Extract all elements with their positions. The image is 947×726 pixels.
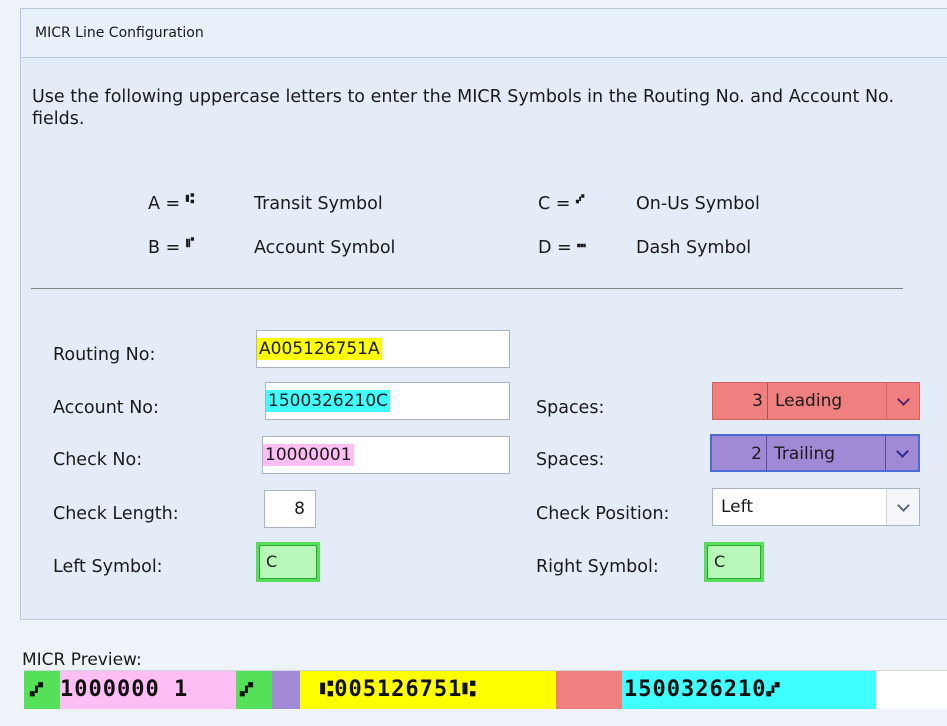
check-no-value: 10000001 xyxy=(263,444,354,466)
panel-title: MICR Line Configuration xyxy=(21,9,947,58)
account-symbol-icon: ⑈ xyxy=(185,235,194,251)
spaces-leading-mode: Leading xyxy=(775,391,843,411)
right-symbol-label: Right Symbol: xyxy=(536,557,659,577)
routing-value: A005126751A xyxy=(257,338,382,360)
check-position-label: Check Position: xyxy=(536,504,670,524)
legend-item-account: B = ⑈ xyxy=(148,235,194,258)
legend-desc-onus: On-Us Symbol xyxy=(636,194,760,214)
chevron-down-icon[interactable] xyxy=(886,383,919,419)
check-no-label: Check No: xyxy=(53,450,143,470)
left-symbol-value: C xyxy=(259,545,317,579)
check-length-label: Check Length: xyxy=(53,504,179,524)
routing-input[interactable]: A005126751A xyxy=(256,330,510,368)
routing-label: Routing No: xyxy=(53,345,156,365)
on-us-symbol-icon: ⑇ xyxy=(576,191,584,207)
legend-desc-transit: Transit Symbol xyxy=(254,194,383,214)
divider xyxy=(31,288,903,289)
dash-symbol-icon: ⑉ xyxy=(577,235,585,251)
left-symbol-input[interactable]: C xyxy=(256,542,320,582)
left-symbol-label: Left Symbol: xyxy=(53,557,163,577)
check-position-value: Left xyxy=(721,497,753,517)
spaces-leading-label: Spaces: xyxy=(536,398,605,418)
spaces-trailing-select[interactable]: 2 Trailing xyxy=(710,434,920,472)
spaces-leading-select[interactable]: 3 Leading xyxy=(712,382,920,420)
check-length-input[interactable]: 8 xyxy=(264,490,316,528)
legend-item-transit: A = ⑆ xyxy=(148,191,194,214)
intro-text: Use the following uppercase letters to e… xyxy=(32,87,895,129)
right-symbol-value: C xyxy=(707,545,761,579)
account-value: 1500326210C xyxy=(266,390,391,412)
legend-desc-dash: Dash Symbol xyxy=(636,238,752,258)
account-label: Account No: xyxy=(53,398,159,418)
spaces-trailing-count: 2 xyxy=(712,436,767,470)
preview-left-symbol: ⑇ xyxy=(30,677,45,702)
spaces-leading-count: 3 xyxy=(713,383,768,419)
preview-check-digits: 1000000 1 xyxy=(60,677,189,702)
preview-label: MICR Preview: xyxy=(22,650,142,670)
legend-eq: A = xyxy=(148,194,181,214)
legend-eq: C = xyxy=(538,194,571,214)
legend-item-onus: C = ⑇ xyxy=(538,191,584,214)
preview-leading-spaces-seg xyxy=(556,671,622,709)
chevron-down-icon[interactable] xyxy=(885,436,918,470)
check-no-input[interactable]: 10000001 xyxy=(262,436,510,474)
legend-item-dash: D = ⑉ xyxy=(538,235,586,258)
legend-desc-account: Account Symbol xyxy=(254,238,396,258)
check-position-select[interactable]: Left xyxy=(712,488,920,526)
spaces-trailing-label: Spaces: xyxy=(536,450,605,470)
preview-check-end-symbol: ⑇ xyxy=(240,677,255,702)
preview-routing-digits: ⑆005126751⑆ xyxy=(320,677,477,702)
preview-trailing-spaces-seg xyxy=(272,671,300,709)
spaces-trailing-mode: Trailing xyxy=(774,444,836,464)
preview-account-digits: 1500326210⑇ xyxy=(624,677,781,702)
right-symbol-input[interactable]: C xyxy=(704,542,764,582)
transit-symbol-icon: ⑆ xyxy=(185,191,194,207)
legend-eq: B = xyxy=(148,238,181,258)
chevron-down-icon[interactable] xyxy=(886,489,919,525)
legend-eq: D = xyxy=(538,238,572,258)
micr-preview: ⑇ 1000000 1 ⑇ ⑆005126751⑆ 1500326210⑇ xyxy=(24,670,947,709)
account-input[interactable]: 1500326210C xyxy=(265,382,510,420)
